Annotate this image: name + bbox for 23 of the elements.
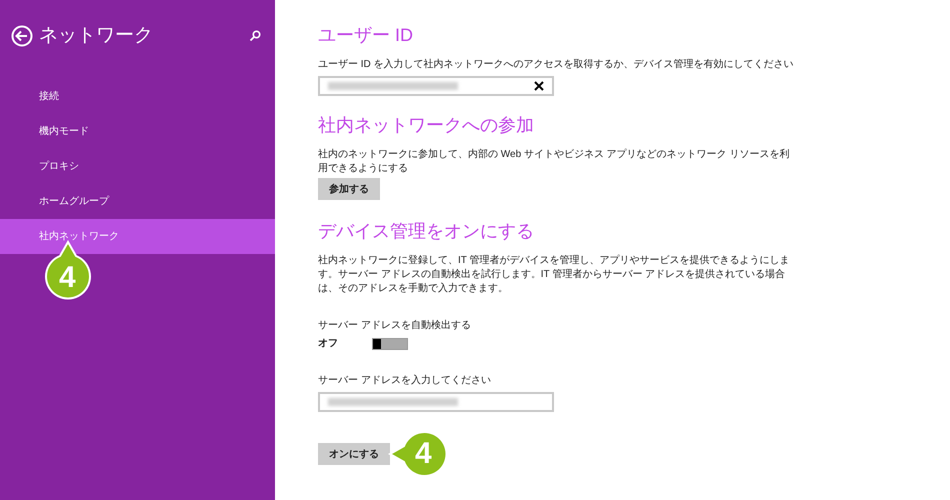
description-text: 社内のネットワークに参加して、内部の Web サイトやビジネス アプリなどのネットワーク リソースを利用できるようにする (318, 148, 790, 176)
description-text: 社内ネットワークに登録して、IT 管理者がデバイスを管理し、アプリやサービスを提供できるようにします。サーバー アドレスの自動検出を試行します。IT 管理者からサーバー アドレスを提供されている場合は、そのアドレスを手動で入力できます。 (318, 254, 790, 296)
input-field[interactable] (318, 392, 554, 412)
sidebar-title: ネットワーク (39, 24, 153, 48)
section-heading: 社内ネットワークへの参加 (318, 114, 535, 136)
clear-icon[interactable] (534, 81, 544, 91)
toggle-label: サーバー アドレスを自動検出する (318, 318, 472, 333)
join-button[interactable]: 参加する (318, 178, 380, 200)
toggle-switch[interactable] (372, 338, 408, 350)
field-label: サーバー アドレスを入力してください (318, 374, 492, 388)
sidebar-item[interactable]: ホームグループ (0, 184, 275, 218)
section-heading: ユーザー ID (318, 24, 414, 46)
search-icon[interactable] (249, 30, 261, 42)
turn-on-button[interactable]: オンにする (318, 443, 390, 465)
sidebar-item[interactable]: 接続 (0, 78, 275, 114)
toggle-state-text: オフ (318, 337, 339, 351)
description-text: ユーザー ID を入力して社内ネットワークへのアクセスを取得するか、デバイス管理を有効にしてください (318, 58, 795, 72)
input-field[interactable] (318, 76, 554, 96)
sidebar-item[interactable]: 機内モード (0, 114, 275, 148)
section-heading: デバイス管理をオンにする (318, 220, 535, 242)
sidebar-item[interactable]: プロキシ (0, 148, 275, 184)
sidebar-item[interactable]: 社内ネットワーク (0, 218, 275, 254)
back-icon[interactable] (11, 25, 33, 48)
